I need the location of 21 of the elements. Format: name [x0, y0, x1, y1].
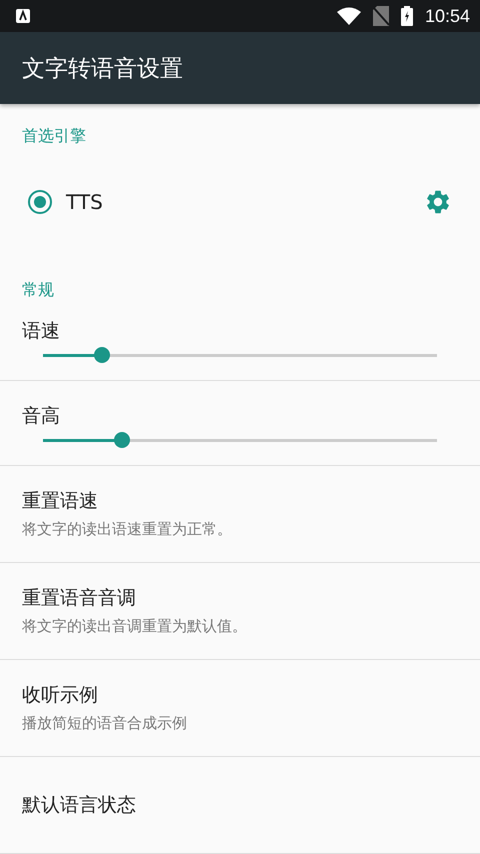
setting-title: 默认语言状态: [22, 792, 137, 818]
setting-title: 重置语速: [22, 489, 99, 514]
slider-thumb[interactable]: [114, 432, 130, 448]
notification-icon: [16, 9, 30, 24]
setting-label: 语速: [22, 319, 61, 344]
setting-title: 重置语音音调: [22, 586, 137, 612]
no-sim-icon: [372, 6, 389, 26]
setting-summary: 播放简短的语音合成示例: [22, 714, 188, 734]
section-header: 常规: [22, 280, 54, 300]
radio-button[interactable]: [28, 190, 52, 214]
setting-label: 音高: [22, 404, 61, 430]
slider-thumb[interactable]: [94, 347, 110, 364]
battery-icon: [400, 6, 413, 26]
setting-summary: 将文字的读出语速重置为正常。: [22, 520, 233, 540]
section-header: 首选引擎: [22, 126, 86, 146]
wifi-icon: [336, 7, 361, 26]
status-time: 10:54: [424, 6, 470, 27]
setting-summary: 将文字的读出音调重置为默认值。: [22, 617, 248, 636]
screen-title: 文字转语音设置: [22, 54, 183, 84]
engine-label: TTS: [66, 190, 104, 214]
setting-title: 收听示例: [22, 683, 99, 708]
